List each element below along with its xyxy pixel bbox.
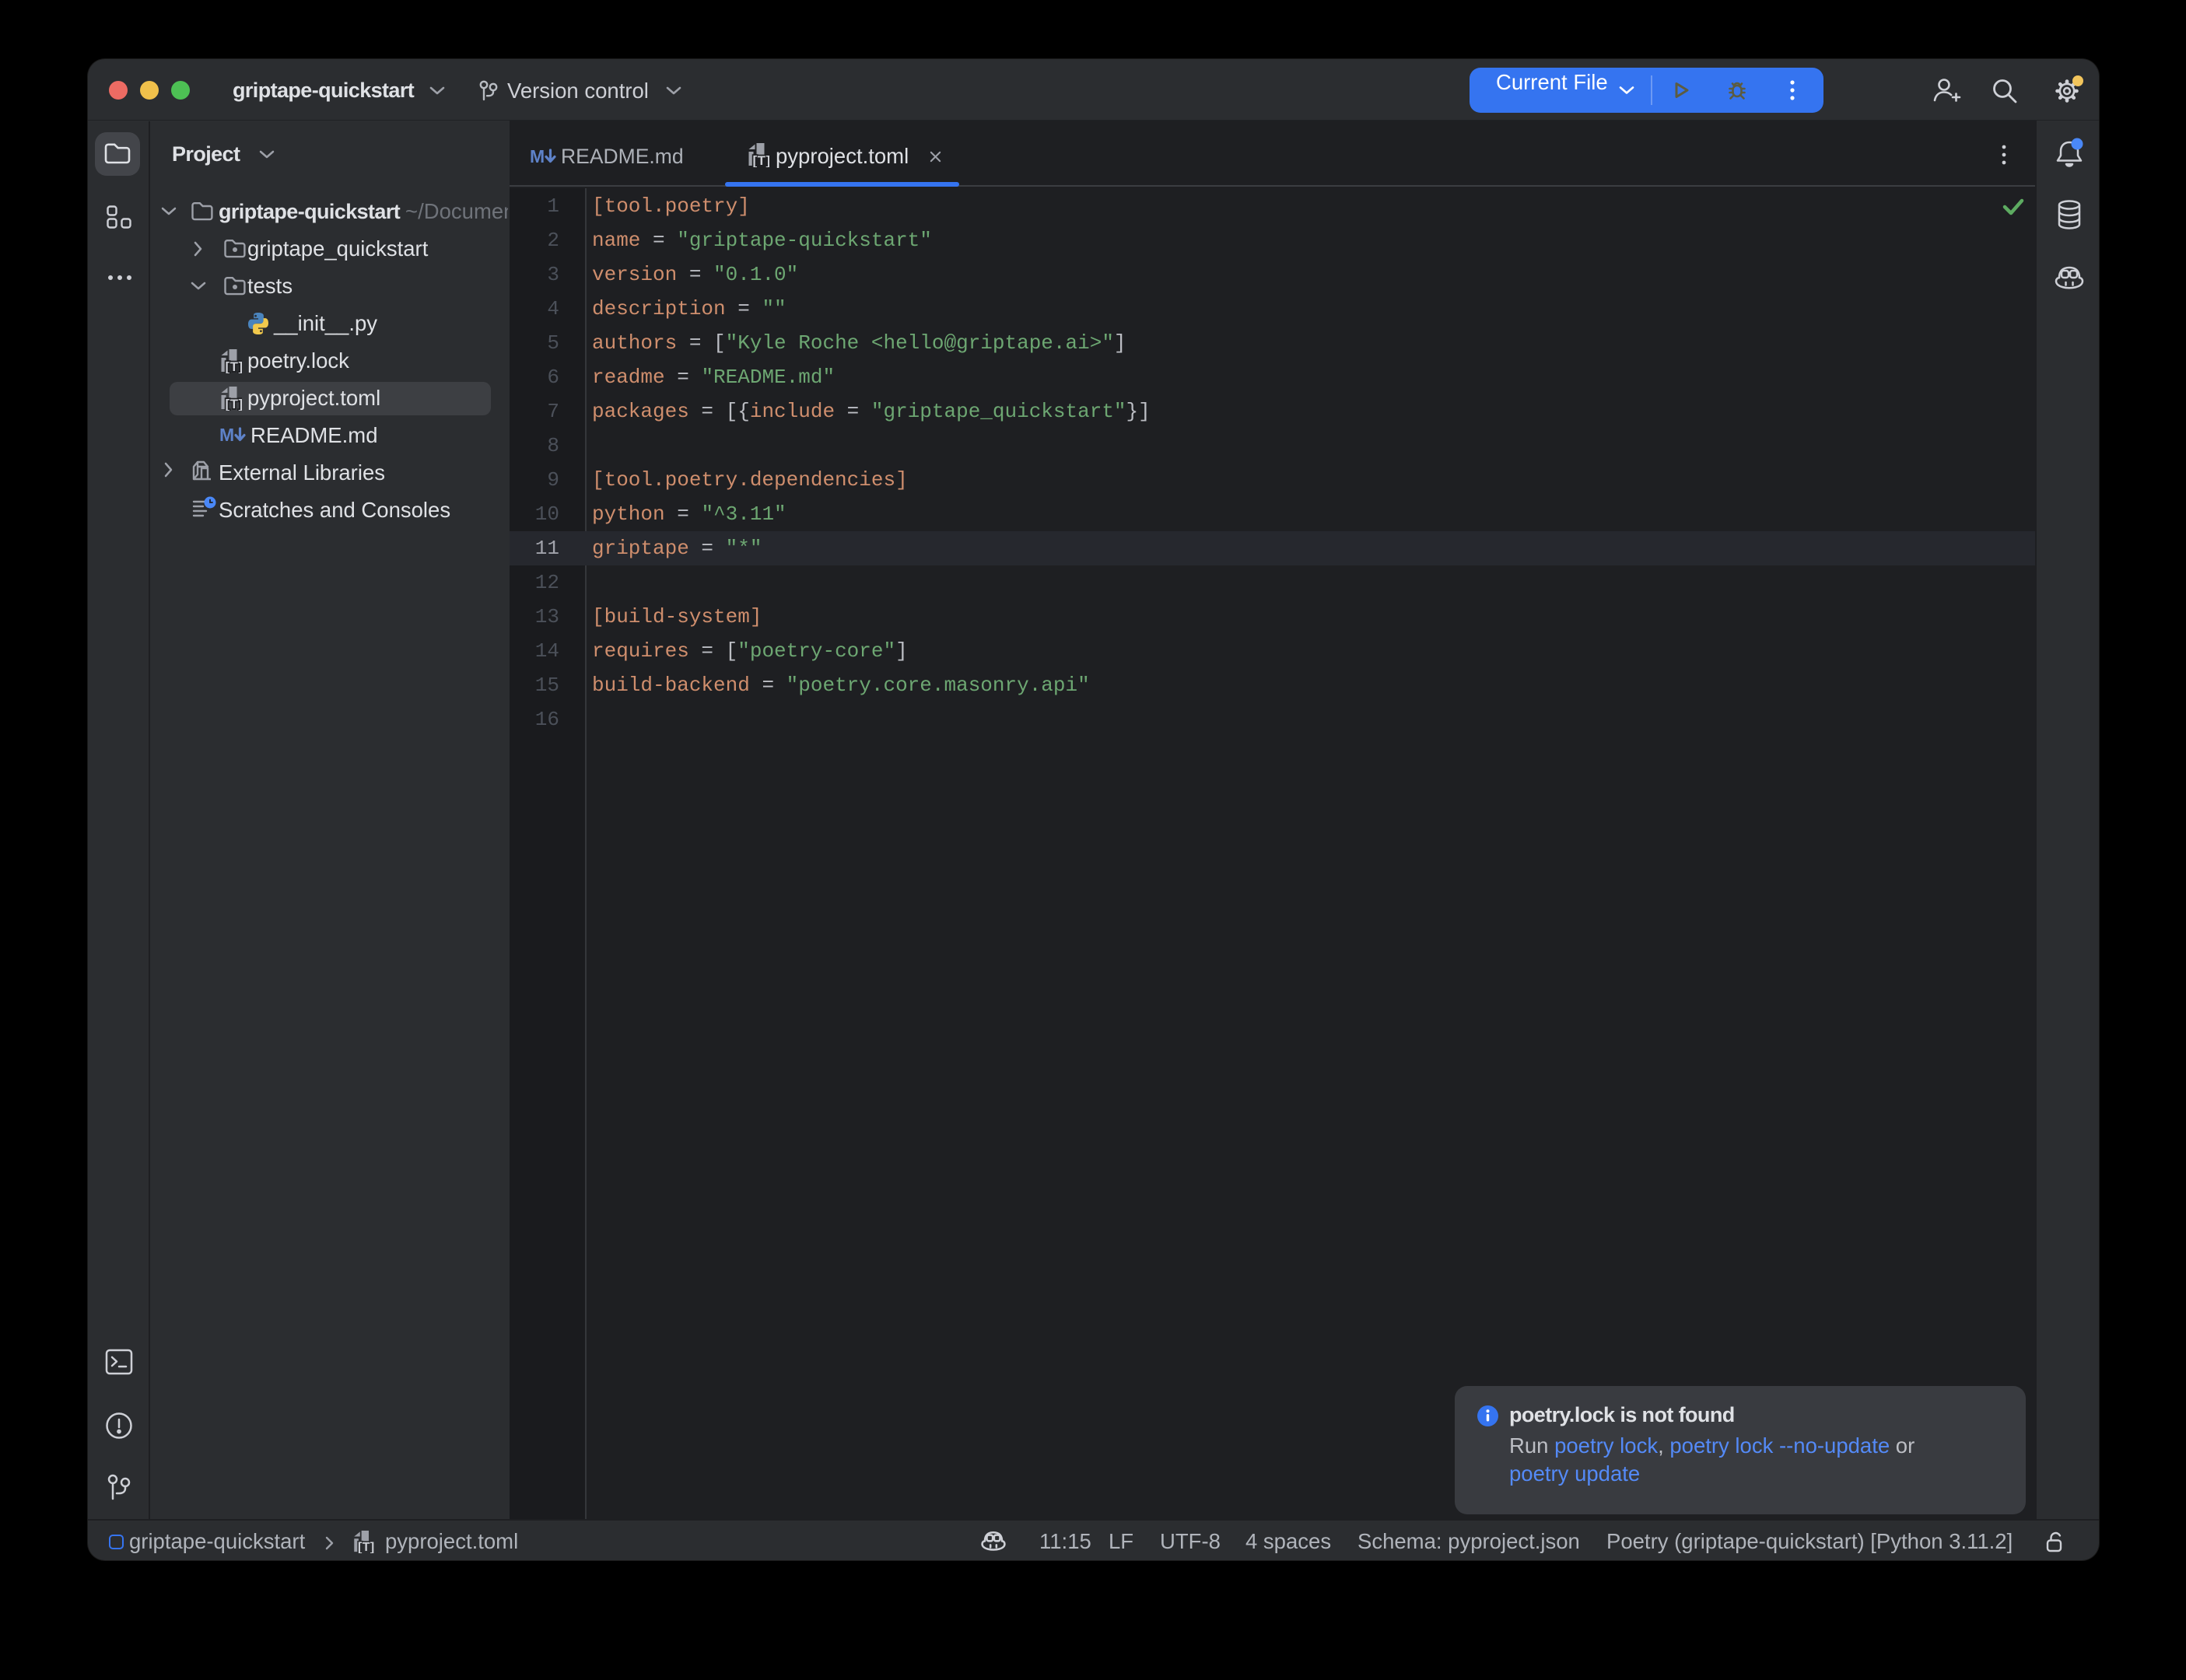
svg-text:M: M xyxy=(530,149,545,166)
svg-text:[T]: [T] xyxy=(226,359,243,373)
svg-text:M: M xyxy=(219,427,234,444)
svg-text:[T]: [T] xyxy=(358,1541,374,1553)
svg-text:[T]: [T] xyxy=(226,397,243,411)
svg-text:[T]: [T] xyxy=(753,153,770,167)
